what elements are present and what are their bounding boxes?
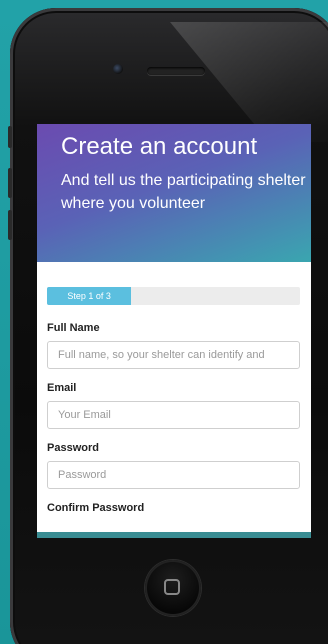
- email-label: Email: [47, 382, 77, 394]
- step-progress-bar: Step 1 of 3: [47, 287, 300, 305]
- page-subtitle: And tell us the participating shelter wh…: [61, 172, 306, 212]
- email-input[interactable]: [47, 401, 300, 429]
- signup-header: Create an account And tell us the partic…: [37, 124, 311, 262]
- earpiece-speaker-icon: [147, 67, 205, 75]
- screen-bottom-edge: [37, 532, 311, 538]
- confirm-password-label: Confirm Password: [47, 502, 145, 514]
- page-title: Create an account: [61, 133, 258, 160]
- full-name-label: Full Name: [47, 322, 100, 334]
- device-stage: Create an account And tell us the partic…: [0, 0, 328, 644]
- volume-down-button: [8, 210, 12, 240]
- mute-switch: [8, 126, 12, 148]
- step-progress-fill: Step 1 of 3: [47, 287, 132, 305]
- home-button-square-icon: [164, 579, 180, 595]
- home-button[interactable]: [145, 560, 201, 616]
- phone-screen: Create an account And tell us the partic…: [37, 124, 311, 538]
- volume-up-button: [8, 168, 12, 198]
- signup-form: Step 1 of 3 Full Name Email Password Con…: [37, 262, 311, 514]
- password-label: Password: [47, 442, 99, 454]
- password-input[interactable]: [47, 461, 300, 489]
- front-camera-icon: [113, 64, 123, 74]
- full-name-input[interactable]: [47, 341, 300, 369]
